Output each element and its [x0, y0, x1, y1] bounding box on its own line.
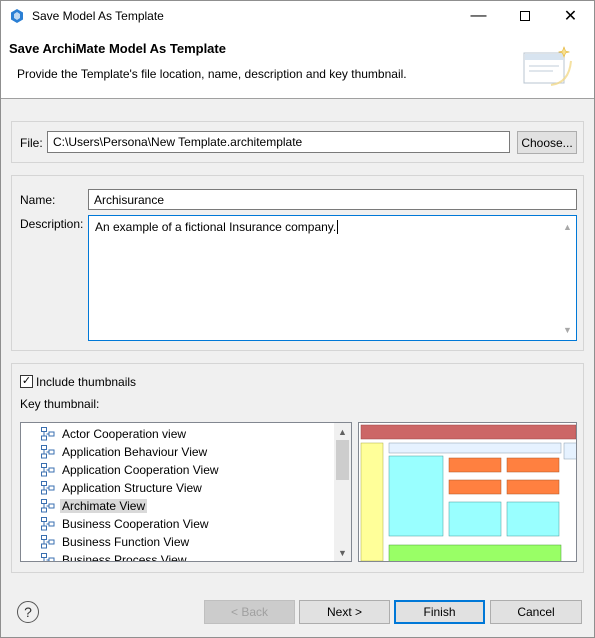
name-input[interactable]: Archisurance	[88, 189, 577, 210]
list-scroll-thumb[interactable]	[336, 440, 349, 480]
wizard-banner: Save ArchiMate Model As Template Provide…	[1, 31, 594, 99]
cancel-button[interactable]: Cancel	[490, 600, 582, 624]
view-list-item-label: Archimate View	[60, 499, 148, 513]
diagram-view-icon	[41, 517, 55, 531]
view-list-item-label: Business Process View	[62, 553, 187, 562]
banner-description: Provide the Template's file location, na…	[17, 67, 407, 81]
description-textarea[interactable]: An example of a fictional Insurance comp…	[88, 215, 577, 341]
view-list-item[interactable]: Application Structure View	[41, 479, 202, 497]
diagram-view-icon	[41, 463, 55, 477]
thumbnails-group: ✓ Include thumbnails Key thumbnail: Acto…	[11, 363, 584, 573]
dialog-window: Save Model As Template — ✕ Save ArchiMat…	[0, 0, 595, 638]
title-bar: Save Model As Template — ✕	[1, 1, 594, 31]
description-scrollbar[interactable]: ▲ ▼	[559, 216, 576, 340]
help-icon[interactable]: ?	[17, 601, 39, 623]
thumbnail-preview	[358, 422, 577, 562]
back-button[interactable]: < Back	[204, 600, 295, 624]
window-title: Save Model As Template	[32, 9, 164, 23]
diagram-thumbnail-image	[359, 423, 576, 561]
view-list-item-label: Application Cooperation View	[62, 463, 219, 477]
name-label: Name:	[20, 193, 56, 207]
diagram-view-icon	[41, 499, 55, 513]
archi-app-icon	[11, 9, 23, 23]
view-list-item-label: Application Behaviour View	[62, 445, 208, 459]
view-list-item[interactable]: Business Function View	[41, 533, 189, 551]
view-list-item-label: Business Function View	[62, 535, 190, 549]
diagram-view-icon	[41, 427, 55, 441]
view-list-item[interactable]: Business Cooperation View	[41, 515, 209, 533]
description-text: An example of a fictional Insurance comp…	[95, 220, 337, 234]
list-scroll-down-icon[interactable]: ▼	[334, 544, 351, 561]
view-list-item-label: Actor Cooperation view	[62, 427, 187, 441]
close-button[interactable]: ✕	[548, 1, 593, 31]
view-list-item[interactable]: Application Behaviour View	[41, 443, 207, 461]
view-list-item-label: Business Cooperation View	[62, 517, 209, 531]
view-list-item[interactable]: Business Process View	[41, 551, 187, 562]
scroll-up-icon[interactable]: ▲	[559, 218, 576, 235]
view-list-item[interactable]: Actor Cooperation view	[41, 425, 186, 443]
template-details-group: Name: Archisurance Description: An examp…	[11, 175, 584, 351]
maximize-button[interactable]	[502, 1, 547, 31]
wizard-footer: ? < Back Next > Finish Cancel	[1, 585, 594, 637]
text-caret: ​	[337, 220, 339, 234]
views-list-scrollbar[interactable]: ▲ ▼	[334, 423, 351, 561]
file-label: File:	[20, 136, 43, 150]
view-list-item[interactable]: Application Cooperation View	[41, 461, 219, 479]
diagram-view-icon	[41, 553, 55, 561]
view-list-item-label: Application Structure View	[62, 481, 202, 495]
banner-title: Save ArchiMate Model As Template	[9, 41, 226, 56]
include-thumbnails-label: Include thumbnails	[36, 375, 137, 389]
views-list[interactable]: Actor Cooperation view Application Behavi…	[20, 422, 352, 562]
view-list-item[interactable]: Archimate View	[41, 497, 148, 515]
file-path-input[interactable]: C:\Users\Persona\New Template.architempl…	[47, 131, 510, 153]
list-scroll-up-icon[interactable]: ▲	[334, 423, 351, 440]
maximize-icon	[519, 11, 530, 21]
choose-button[interactable]: Choose...	[517, 131, 577, 154]
diagram-view-icon	[41, 535, 55, 549]
file-group: File: C:\Users\Persona\New Template.arch…	[11, 121, 584, 163]
finish-button[interactable]: Finish	[394, 600, 485, 624]
diagram-view-icon	[41, 445, 55, 459]
checkmark-icon: ✓	[21, 375, 32, 387]
description-label: Description:	[20, 217, 84, 231]
next-button[interactable]: Next >	[299, 600, 390, 624]
diagram-view-icon	[41, 481, 55, 495]
key-thumbnail-label: Key thumbnail:	[20, 397, 100, 411]
template-wizard-icon	[523, 46, 572, 86]
scroll-down-icon[interactable]: ▼	[559, 321, 576, 338]
include-thumbnails-checkbox[interactable]: ✓	[20, 375, 33, 388]
minimize-button[interactable]: —	[456, 1, 501, 31]
